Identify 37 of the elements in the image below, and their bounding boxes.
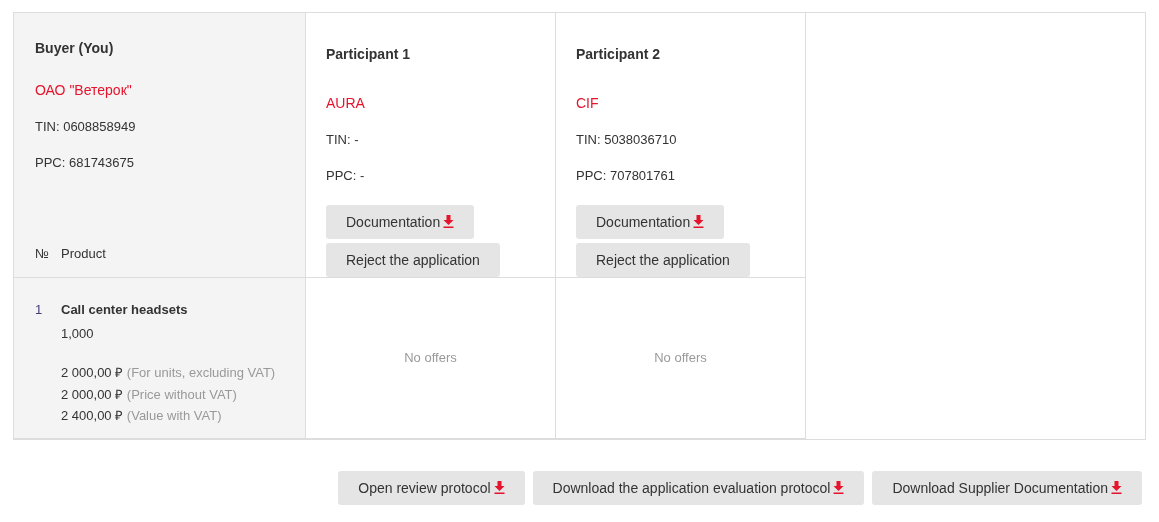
ppc-text: PPC: 707801761 bbox=[576, 166, 677, 185]
offer-status: No offers bbox=[404, 349, 457, 368]
download-icon bbox=[443, 215, 455, 228]
price-note: (Value with VAT) bbox=[126, 408, 222, 423]
download-button[interactable]: Download the application evaluation protocol bbox=[532, 471, 865, 505]
tin-text: TIN: - bbox=[326, 131, 360, 149]
download-icon bbox=[1111, 481, 1122, 494]
download-icon bbox=[833, 481, 845, 494]
participant-heading: Participant 2 bbox=[576, 45, 662, 64]
action-button[interactable]: Reject the application bbox=[576, 243, 750, 277]
price-note: (For units, excluding VAT) bbox=[126, 365, 276, 380]
download-icon bbox=[693, 215, 705, 228]
tin-text: TIN: 0608858949 bbox=[35, 118, 137, 136]
download-button[interactable]: Documentation bbox=[576, 205, 725, 239]
product-name: Call center headsets bbox=[61, 301, 189, 319]
download-button[interactable]: Documentation bbox=[326, 205, 475, 239]
download-button[interactable]: Download Supplier Documentation bbox=[872, 471, 1142, 505]
price-amount: 2 000,00 ₽ bbox=[61, 365, 124, 380]
price-amount: 2 000,00 ₽ bbox=[61, 386, 124, 402]
offer-status: No offers bbox=[654, 349, 707, 368]
download-icon bbox=[493, 481, 505, 494]
column-header: Product bbox=[61, 244, 106, 263]
tin-text: TIN: 5038036710 bbox=[576, 131, 678, 149]
quantity-text: 1,000 bbox=[61, 324, 95, 343]
action-button[interactable]: Reject the application bbox=[326, 243, 500, 277]
row-number: 1 bbox=[35, 301, 44, 319]
company-name: AURA bbox=[326, 94, 366, 113]
buyer-heading: Buyer (You) bbox=[35, 39, 115, 58]
participant-heading: Participant 1 bbox=[326, 45, 412, 64]
price-note: (Price without VAT) bbox=[126, 386, 237, 402]
company-name: CIF bbox=[576, 94, 600, 113]
ppc-text: PPC: - bbox=[326, 166, 366, 185]
price-amount: 2 400,00 ₽ bbox=[61, 408, 124, 423]
download-button[interactable]: Open review protocol bbox=[338, 471, 525, 505]
company-name: ОАО "Ветерок" bbox=[35, 81, 133, 100]
column-header: № bbox=[35, 244, 50, 263]
ppc-text: PPC: 681743675 bbox=[35, 153, 136, 172]
